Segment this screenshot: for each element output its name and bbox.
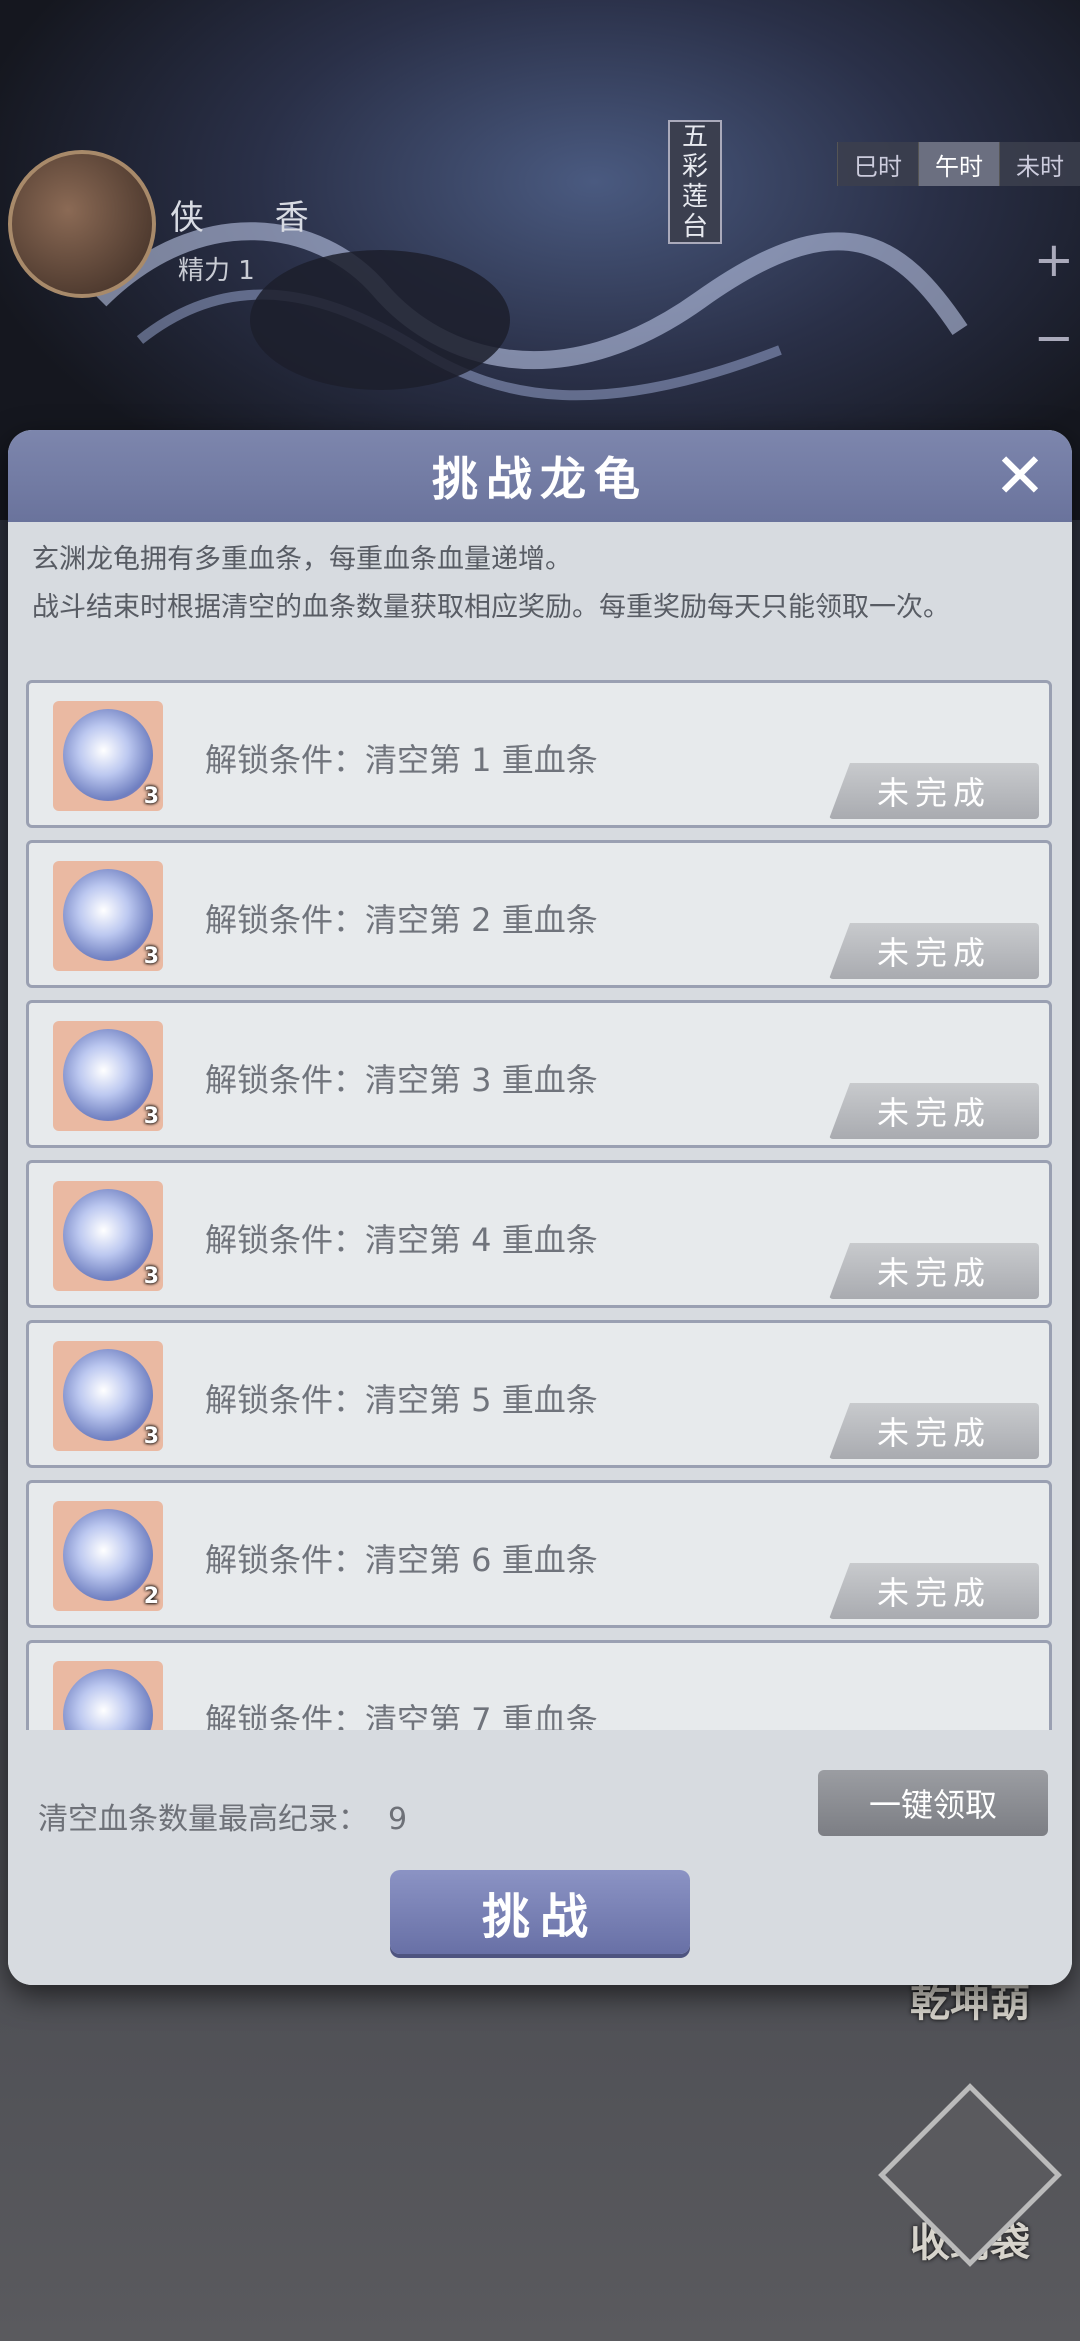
unlock-condition: 解锁条件：清空第 3 重血条 <box>205 1061 598 1099</box>
unlock-condition: 解锁条件：清空第 4 重血条 <box>205 1221 598 1259</box>
unlock-condition: 解锁条件：清空第 5 重血条 <box>205 1381 598 1419</box>
reward-count: 3 <box>143 944 159 969</box>
reward-item-icon[interactable]: 3 <box>53 701 163 811</box>
lotus-sign-char: 五 <box>681 122 708 152</box>
status-button[interactable]: 未完成 <box>829 763 1039 819</box>
reward-count: 3 <box>143 1424 159 1449</box>
dialog-description: 玄渊龙龟拥有多重血条，每重血条血量递增。 战斗结束时根据清空的血条数量获取相应奖… <box>32 536 1052 632</box>
reward-item-icon[interactable]: 3 <box>53 1021 163 1131</box>
reward-item-icon[interactable]: 3 <box>53 1341 163 1451</box>
reward-row: 3 解锁条件：清空第 3 重血条 未完成 <box>26 1000 1052 1148</box>
unlock-condition: 解锁条件：清空第 1 重血条 <box>205 741 598 779</box>
reward-row: 2 解锁条件：清空第 6 重血条 未完成 <box>26 1480 1052 1628</box>
zoom-out-icon[interactable]: − <box>1034 310 1074 366</box>
reward-row: 3 解锁条件：清空第 2 重血条 未完成 <box>26 840 1052 988</box>
dialog-header: 挑战龙龟 ✕ <box>8 430 1072 522</box>
description-line: 玄渊龙龟拥有多重血条，每重血条血量递增。 <box>32 544 572 575</box>
time-tab[interactable]: 巳时 <box>837 142 918 186</box>
unlock-condition: 解锁条件：清空第 6 重血条 <box>205 1541 598 1579</box>
reward-list[interactable]: 3 解锁条件：清空第 1 重血条 未完成 3 解锁条件：清空第 2 重血条 未完… <box>26 680 1056 1840</box>
reward-item-icon[interactable]: 3 <box>53 1181 163 1291</box>
close-icon[interactable]: ✕ <box>988 444 1052 508</box>
status-button[interactable]: 未完成 <box>829 1243 1039 1299</box>
status-button[interactable]: 未完成 <box>829 1403 1039 1459</box>
storage-bag-button[interactable]: 收纳袋 <box>878 2083 1062 2268</box>
best-record: 清空血条数量最高纪录： 9 <box>38 1794 407 1838</box>
lotus-sign-char: 莲 <box>681 182 708 212</box>
best-record-label: 清空血条数量最高纪录： <box>38 1802 368 1837</box>
challenge-dragon-turtle-dialog: 挑战龙龟 ✕ 玄渊龙龟拥有多重血条，每重血条血量递增。 战斗结束时根据清空的血条… <box>8 430 1072 1985</box>
challenge-button[interactable]: 挑战 <box>390 1870 690 1954</box>
reward-row: 3 解锁条件：清空第 5 重血条 未完成 <box>26 1320 1052 1468</box>
time-tab[interactable]: 未时 <box>999 142 1080 186</box>
player-avatar[interactable] <box>8 150 156 298</box>
reward-count: 3 <box>143 1104 159 1129</box>
dialog-title: 挑战龙龟 <box>432 452 648 506</box>
unlock-condition: 解锁条件：清空第 2 重血条 <box>205 901 598 939</box>
dialog-footer: 清空血条数量最高纪录： 9 一键领取 挑战 <box>8 1730 1072 1985</box>
reward-row: 3 解锁条件：清空第 1 重血条 未完成 <box>26 680 1052 828</box>
claim-all-button[interactable]: 一键领取 <box>818 1770 1048 1836</box>
lotus-sign-char: 彩 <box>681 152 708 182</box>
reward-item-icon[interactable]: 2 <box>53 1501 163 1611</box>
reward-count: 3 <box>143 1264 159 1289</box>
energy-label: 精力 1 <box>178 256 255 286</box>
best-record-value: 9 <box>388 1802 408 1837</box>
status-button[interactable]: 未完成 <box>829 923 1039 979</box>
reward-count: 3 <box>143 784 159 809</box>
lotus-sign-char: 台 <box>681 212 708 242</box>
time-tab-active[interactable]: 午时 <box>918 142 999 186</box>
reward-item-icon[interactable]: 3 <box>53 861 163 971</box>
reward-count: 2 <box>143 1584 159 1609</box>
reward-row: 3 解锁条件：清空第 4 重血条 未完成 <box>26 1160 1052 1308</box>
lotus-platform-sign[interactable]: 五 彩 莲 台 <box>668 120 722 244</box>
player-name: 侠 香 <box>170 198 339 238</box>
zoom-in-icon[interactable]: + <box>1034 232 1074 288</box>
time-bar: 巳时 午时 未时 <box>837 142 1080 186</box>
status-button[interactable]: 未完成 <box>829 1083 1039 1139</box>
description-line: 战斗结束时根据清空的血条数量获取相应奖励。每重奖励每天只能领取一次。 <box>32 592 950 623</box>
status-button[interactable]: 未完成 <box>829 1563 1039 1619</box>
